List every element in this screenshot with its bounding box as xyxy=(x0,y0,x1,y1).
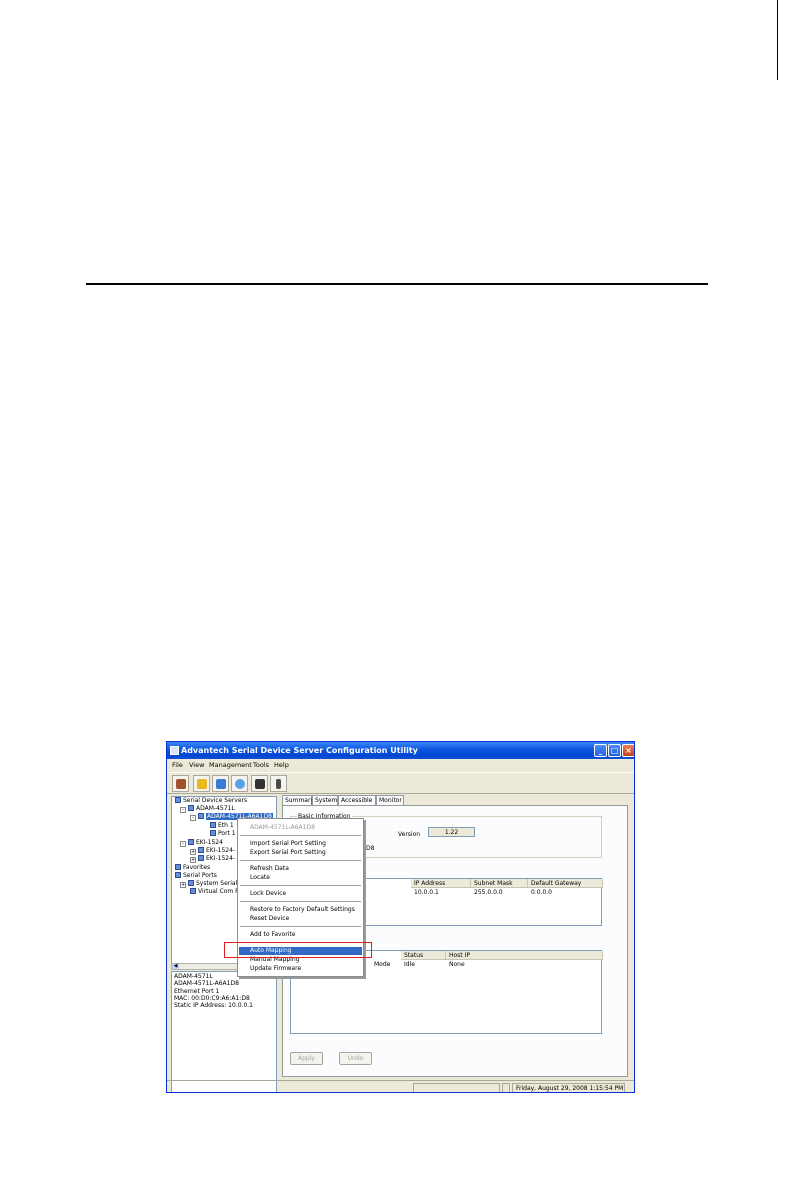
menu-separator xyxy=(240,885,361,886)
menu-item-update-firmware[interactable]: Update Firmware xyxy=(239,965,362,973)
device-icon xyxy=(198,847,204,853)
window-title: Advantech Serial Device Server Configura… xyxy=(181,746,418,755)
tree-item-adam-4571l[interactable]: - ADAM-4571L xyxy=(180,805,235,813)
menu-item-export-serial-port-setting[interactable]: Export Serial Port Setting xyxy=(239,849,362,857)
tree-item-serial-ports[interactable]: Serial Ports xyxy=(175,872,217,880)
find-icon[interactable] xyxy=(251,775,268,792)
table-cell: 0.0.0.0 xyxy=(531,889,552,896)
version-field: 1.22 xyxy=(428,827,475,837)
toolbar xyxy=(167,772,634,794)
menu-header-device: ADAM-4571L-A6A1D8 xyxy=(250,824,315,831)
menu-item-add-to-favorite[interactable]: Add to Favorite xyxy=(239,931,362,939)
page-horizontal-rule xyxy=(86,283,708,285)
device-icon xyxy=(188,805,194,811)
refresh-icon[interactable] xyxy=(212,775,229,792)
tree-item-serial-device-servers[interactable]: Serial Device Servers xyxy=(175,797,247,805)
table-cell: 255.0.0.0 xyxy=(474,889,503,896)
table-cell: Idle xyxy=(404,961,415,968)
tree-item-port1[interactable]: Port 1 xyxy=(210,830,236,838)
info-line: MAC: 00:D0:C9:A6:A1:D8 xyxy=(174,994,250,1002)
menu-help[interactable]: Help xyxy=(274,761,289,769)
ethernet-icon xyxy=(210,822,216,828)
menu-management[interactable]: Management xyxy=(209,761,252,769)
device-icon xyxy=(198,855,204,861)
port-icon xyxy=(210,830,216,836)
undo-button[interactable]: Undo xyxy=(339,1052,372,1065)
collapse-icon[interactable]: - xyxy=(190,815,196,821)
add-device-icon[interactable] xyxy=(172,775,189,792)
column-header[interactable]: Subnet Mask xyxy=(471,879,528,888)
tree-item-favorites[interactable]: Favorites xyxy=(175,864,210,872)
menu-tools[interactable]: Tools xyxy=(253,761,269,769)
version-label: Version xyxy=(398,831,421,838)
maximize-button[interactable]: □ xyxy=(608,744,621,757)
menu-item-import-serial-port-setting[interactable]: Import Serial Port Setting xyxy=(239,840,362,848)
auto-mapping-highlight-box xyxy=(224,942,372,958)
info-line: ADAM-4571L-A6A1D8 xyxy=(174,980,239,988)
menu-item-refresh-data[interactable]: Refresh Data xyxy=(239,865,362,873)
scroll-left-icon[interactable]: ◀ xyxy=(172,964,179,969)
menu-view[interactable]: View xyxy=(189,761,204,769)
menu-item-lock-device[interactable]: Lock Device xyxy=(239,890,362,898)
expand-icon[interactable]: + xyxy=(190,857,196,863)
minimize-button[interactable]: _ xyxy=(594,744,607,757)
tree-item-eki-1524-b[interactable]: + EKI-1524- xyxy=(190,855,235,863)
status-bar: Friday, August 29, 2008 1:15:54 PM xyxy=(167,1080,634,1092)
status-cell-empty xyxy=(413,1083,500,1092)
menu-separator xyxy=(240,860,361,861)
server-group-icon xyxy=(175,797,181,803)
port-icon xyxy=(188,880,194,886)
favorites-icon xyxy=(175,864,181,870)
device-icon xyxy=(188,839,194,845)
page-edge-rule xyxy=(777,0,778,80)
tree-item-eki-1524[interactable]: - EKI-1524 xyxy=(180,839,223,847)
column-header[interactable]: Host IP xyxy=(446,951,603,960)
device-icon[interactable] xyxy=(270,775,287,792)
info-line: Static IP Address: 10.0.0.1 xyxy=(174,1002,253,1010)
partial-value: D8 xyxy=(366,845,375,852)
table-cell: Mode xyxy=(374,961,391,968)
apply-button[interactable]: Apply xyxy=(290,1052,323,1065)
status-cell-small xyxy=(502,1083,510,1092)
table-cell: 10.0.0.1 xyxy=(414,889,439,896)
app-icon xyxy=(170,746,179,755)
close-button[interactable]: × xyxy=(622,744,634,757)
search-device-icon[interactable] xyxy=(193,775,210,792)
tree-item-eki-1524-a[interactable]: + EKI-1524- xyxy=(190,847,235,855)
expand-icon[interactable]: + xyxy=(180,882,186,888)
menu-item-locate[interactable]: Locate xyxy=(239,874,362,882)
status-datetime: Friday, August 29, 2008 1:15:54 PM xyxy=(512,1083,625,1092)
menu-separator xyxy=(240,926,361,927)
tree-item-virtual-com-port[interactable]: Virtual Com Po xyxy=(190,888,242,896)
menu-item-reset-device[interactable]: Reset Device xyxy=(239,915,362,923)
collapse-icon[interactable]: - xyxy=(180,841,186,847)
serial-ports-icon xyxy=(175,872,181,878)
table-cell: None xyxy=(449,961,465,968)
device-info-panel: ADAM-4571L ADAM-4571L-A6A1D8 Ethernet Po… xyxy=(171,971,277,1092)
column-header[interactable]: Default Gateway xyxy=(528,879,603,888)
tree-item-system-serial[interactable]: + System Serial xyxy=(180,880,237,888)
window-titlebar: Advantech Serial Device Server Configura… xyxy=(167,742,634,759)
locate-icon[interactable] xyxy=(231,775,248,792)
tree-item-eth1[interactable]: Eth 1 xyxy=(210,822,234,830)
menu-bar: File View Management Tools Help xyxy=(167,759,634,771)
menu-separator xyxy=(240,835,361,836)
menu-file[interactable]: File xyxy=(172,761,183,769)
device-icon xyxy=(198,813,204,819)
info-line: Ethernet Port 1 xyxy=(174,987,220,995)
port-icon xyxy=(190,888,196,894)
column-header[interactable]: Status xyxy=(401,951,446,960)
column-header[interactable]: IP Address xyxy=(411,879,471,888)
menu-item-restore-factory-defaults[interactable]: Restore to Factory Default Settings xyxy=(239,906,362,914)
menu-separator xyxy=(240,901,361,902)
collapse-icon[interactable]: - xyxy=(180,807,186,813)
